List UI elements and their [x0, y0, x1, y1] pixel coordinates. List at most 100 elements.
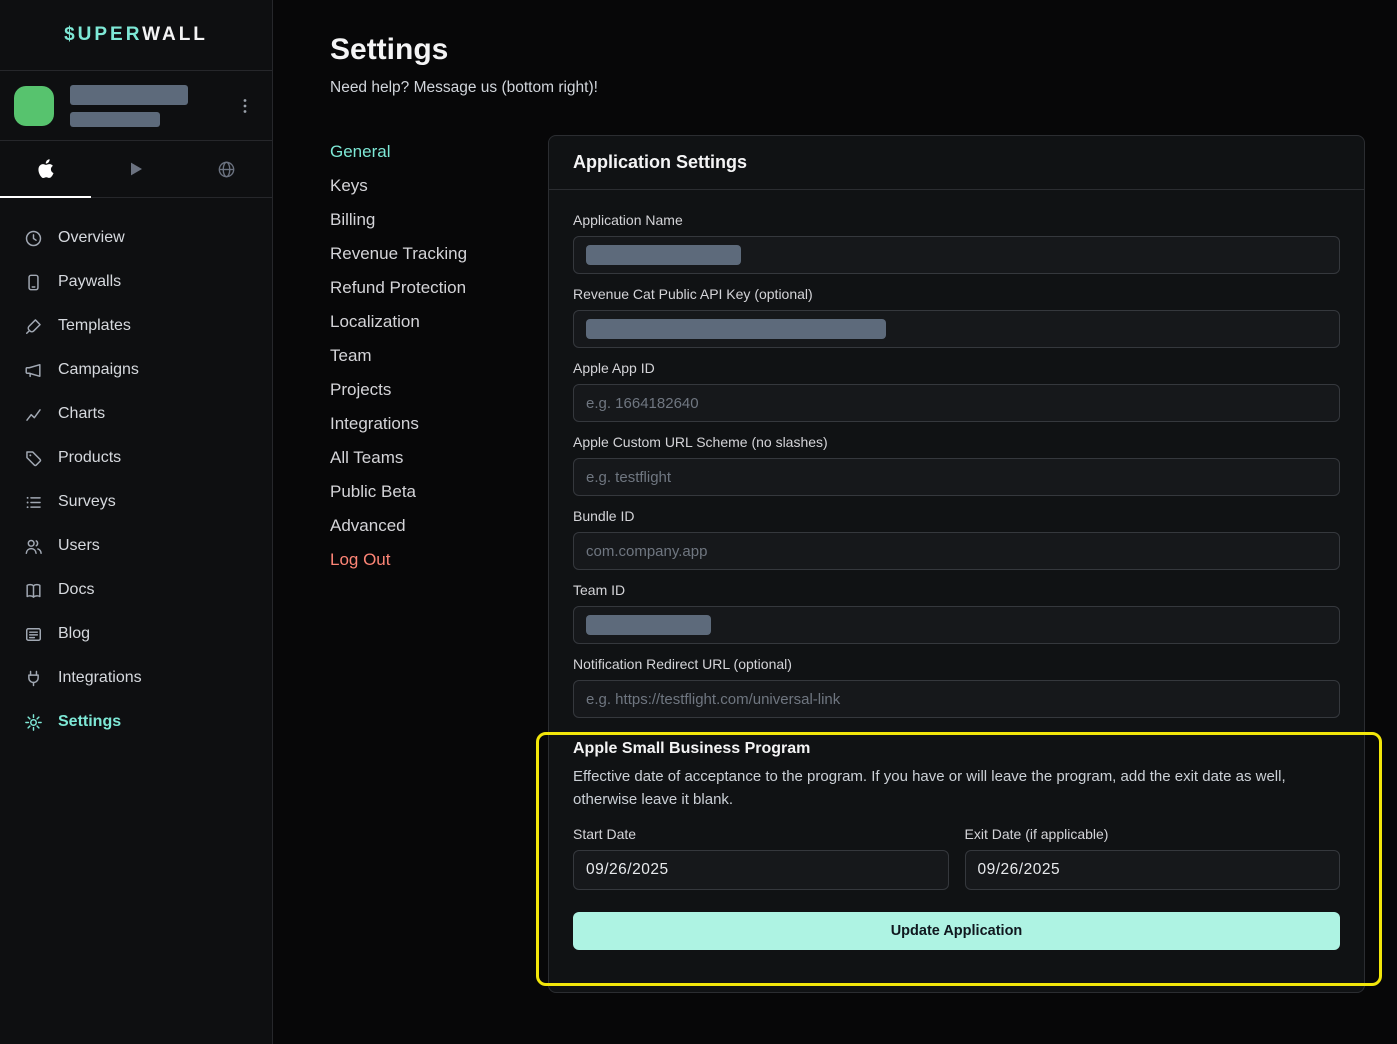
book-icon: [23, 581, 43, 600]
superwall-logo: $UPERWALL: [64, 24, 208, 46]
settings-nav-integrations[interactable]: Integrations: [330, 407, 548, 441]
platform-tab-web[interactable]: [181, 141, 272, 197]
logo-suffix: WALL: [142, 24, 208, 45]
sidebar-item-settings[interactable]: Settings: [0, 700, 272, 744]
settings-nav-localization[interactable]: Localization: [330, 305, 548, 339]
google-play-icon: [127, 160, 145, 178]
field-label: Start Date: [573, 826, 949, 843]
megaphone-icon: [23, 361, 43, 380]
sidebar-item-label: Paywalls: [58, 273, 121, 291]
sidebar-item-integrations[interactable]: Integrations: [0, 656, 272, 700]
sidebar-item-label: Settings: [58, 713, 121, 731]
field-label: Revenue Cat Public API Key (optional): [573, 286, 1340, 303]
logo-row: $UPERWALL: [0, 0, 272, 71]
platform-tab-google-play[interactable]: [91, 141, 182, 197]
settings-nav-projects[interactable]: Projects: [330, 373, 548, 407]
settings-nav-team[interactable]: Team: [330, 339, 548, 373]
sidebar-item-campaigns[interactable]: Campaigns: [0, 348, 272, 392]
settings-nav-advanced[interactable]: Advanced: [330, 509, 548, 543]
exit-date-input[interactable]: [965, 850, 1341, 890]
url-scheme-input[interactable]: [573, 458, 1340, 496]
logo-prefix: $UPER: [64, 24, 142, 45]
sidebar-item-label: Products: [58, 449, 121, 467]
settings-nav-refund-protection[interactable]: Refund Protection: [330, 271, 548, 305]
sidebar-nav: Overview Paywalls Templates Campaigns: [0, 198, 272, 744]
redacted-value: [586, 245, 741, 265]
field-url-scheme: Apple Custom URL Scheme (no slashes): [573, 434, 1340, 496]
settings-nav-keys[interactable]: Keys: [330, 169, 548, 203]
field-label: Apple Custom URL Scheme (no slashes): [573, 434, 1340, 451]
field-label: Notification Redirect URL (optional): [573, 656, 1340, 673]
field-label: Team ID: [573, 582, 1340, 599]
settings-nav: General Keys Billing Revenue Tracking Re…: [330, 135, 548, 993]
small-business-section: Apple Small Business Program Effective d…: [573, 740, 1340, 950]
sidebar-item-surveys[interactable]: Surveys: [0, 480, 272, 524]
field-label: Application Name: [573, 212, 1340, 229]
sidebar-item-blog[interactable]: Blog: [0, 612, 272, 656]
field-exit-date: Exit Date (if applicable): [965, 826, 1341, 890]
sidebar-item-overview[interactable]: Overview: [0, 216, 272, 260]
small-business-description: Effective date of acceptance to the prog…: [573, 766, 1340, 812]
phone-icon: [23, 273, 43, 292]
main-content: Settings Need help? Message us (bottom r…: [273, 0, 1397, 1044]
globe-icon: [217, 160, 236, 179]
field-notification-redirect-url: Notification Redirect URL (optional): [573, 656, 1340, 718]
gear-icon: [23, 713, 43, 732]
page-subtitle: Need help? Message us (bottom right)!: [330, 79, 1365, 97]
sidebar-item-label: Users: [58, 537, 100, 555]
sidebar-item-label: Campaigns: [58, 361, 139, 379]
sidebar-item-paywalls[interactable]: Paywalls: [0, 260, 272, 304]
platform-tabs: [0, 141, 272, 198]
field-application-name: Application Name: [573, 212, 1340, 274]
settings-nav-all-teams[interactable]: All Teams: [330, 441, 548, 475]
settings-nav-log-out[interactable]: Log Out: [330, 543, 548, 577]
clock-icon: [23, 229, 43, 248]
application-settings-card: Application Settings Application Name Re…: [548, 135, 1365, 993]
sidebar-item-label: Docs: [58, 581, 94, 599]
team-id-input[interactable]: [573, 606, 1340, 644]
plug-icon: [23, 669, 43, 688]
apple-app-id-input[interactable]: [573, 384, 1340, 422]
update-application-button[interactable]: Update Application: [573, 912, 1340, 950]
chart-icon: [23, 405, 43, 424]
revenuecat-key-input[interactable]: [573, 310, 1340, 348]
settings-nav-revenue-tracking[interactable]: Revenue Tracking: [330, 237, 548, 271]
account-row: [0, 71, 272, 141]
platform-tab-apple[interactable]: [0, 141, 91, 197]
account-avatar: [14, 86, 54, 126]
notification-redirect-url-input[interactable]: [573, 680, 1340, 718]
tag-icon: [23, 449, 43, 468]
application-name-input[interactable]: [573, 236, 1340, 274]
sidebar-item-users[interactable]: Users: [0, 524, 272, 568]
account-menu-button[interactable]: [232, 93, 258, 119]
field-bundle-id: Bundle ID: [573, 508, 1340, 570]
settings-nav-general[interactable]: General: [330, 135, 548, 169]
account-name-bar: [70, 85, 188, 105]
field-label: Exit Date (if applicable): [965, 826, 1341, 843]
bundle-id-input[interactable]: [573, 532, 1340, 570]
app-root: $UPERWALL: [0, 0, 1397, 1044]
sidebar-item-docs[interactable]: Docs: [0, 568, 272, 612]
sidebar-item-products[interactable]: Products: [0, 436, 272, 480]
settings-nav-public-beta[interactable]: Public Beta: [330, 475, 548, 509]
sidebar-item-label: Integrations: [58, 669, 142, 687]
list-icon: [23, 493, 43, 512]
field-label: Apple App ID: [573, 360, 1340, 377]
sidebar: $UPERWALL: [0, 0, 273, 1044]
start-date-input[interactable]: [573, 850, 949, 890]
apple-icon: [37, 159, 54, 179]
sidebar-item-label: Blog: [58, 625, 90, 643]
field-apple-app-id: Apple App ID: [573, 360, 1340, 422]
sidebar-item-charts[interactable]: Charts: [0, 392, 272, 436]
field-team-id: Team ID: [573, 582, 1340, 644]
settings-nav-billing[interactable]: Billing: [330, 203, 548, 237]
field-start-date: Start Date: [573, 826, 949, 890]
brush-icon: [23, 317, 43, 336]
redacted-value: [586, 615, 711, 635]
sidebar-item-label: Surveys: [58, 493, 116, 511]
field-label: Bundle ID: [573, 508, 1340, 525]
users-icon: [23, 537, 43, 556]
account-role-bar: [70, 112, 160, 127]
sidebar-item-templates[interactable]: Templates: [0, 304, 272, 348]
page-title: Settings: [330, 33, 1365, 67]
